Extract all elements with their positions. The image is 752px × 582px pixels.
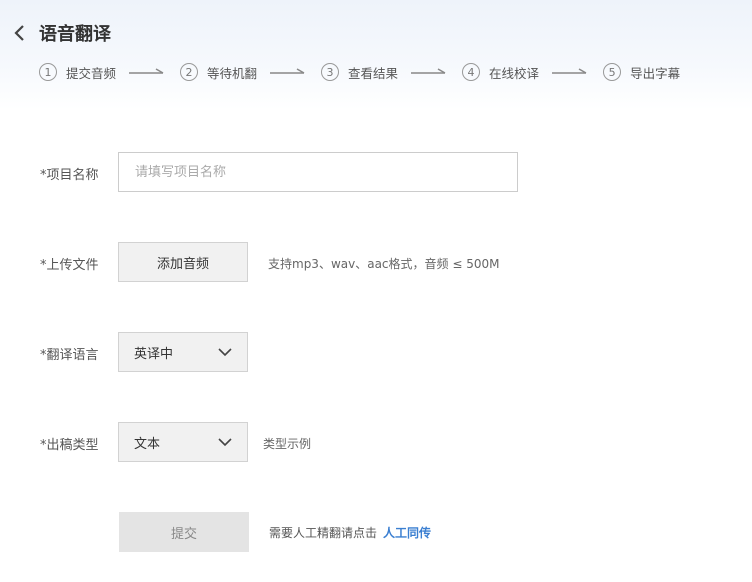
project-name-label: *项目名称 <box>40 168 99 183</box>
human-translation-note: 需要人工精翻请点击 人工同传 <box>269 524 431 541</box>
translate-language-label: *翻译语言 <box>40 348 99 363</box>
add-audio-button[interactable]: 添加音频 <box>118 242 248 282</box>
step-label: 在线校译 <box>489 65 540 81</box>
arrow-right-icon <box>129 68 164 74</box>
title-row: 语音翻译 <box>10 20 111 46</box>
upload-hint: 支持mp3、wav、aac格式，音频 ≤ 500M <box>268 257 500 271</box>
step-5: 5 导出字幕 <box>603 63 680 82</box>
step-number: 5 <box>603 63 622 81</box>
human-interpretation-link[interactable]: 人工同传 <box>383 526 431 540</box>
step-label: 导出字幕 <box>630 65 681 81</box>
output-type-selected-value: 文本 <box>134 436 161 452</box>
language-selected-value: 英译中 <box>134 346 174 362</box>
output-type-select[interactable]: 文本 <box>118 422 248 462</box>
step-1: 1 提交音频 <box>39 63 116 82</box>
type-example-link[interactable]: 类型示例 <box>263 435 311 452</box>
page-header <box>0 0 752 110</box>
page-title: 语音翻译 <box>39 24 111 45</box>
step-number: 3 <box>321 63 340 81</box>
step-label: 提交音频 <box>66 65 117 81</box>
step-4: 4 在线校译 <box>462 63 539 82</box>
project-name-input[interactable] <box>118 152 518 192</box>
step-label: 查看结果 <box>348 65 399 81</box>
chevron-left-icon[interactable] <box>10 20 28 46</box>
step-progress: 1 提交音频 2 等待机翻 3 查看结果 4 在线校译 5 导出字幕 <box>39 62 680 82</box>
submit-button[interactable]: 提交 <box>119 512 249 552</box>
chevron-down-icon <box>218 347 232 356</box>
arrow-right-icon <box>411 68 446 74</box>
arrow-right-icon <box>552 68 587 74</box>
step-2: 2 等待机翻 <box>180 63 257 82</box>
note-text: 需要人工精翻请点击 <box>269 526 378 540</box>
step-number: 4 <box>462 63 481 81</box>
step-label: 等待机翻 <box>207 65 258 81</box>
step-3: 3 查看结果 <box>321 63 398 82</box>
chevron-down-icon <box>218 437 232 446</box>
arrow-right-icon <box>270 68 305 74</box>
upload-file-label: *上传文件 <box>40 258 99 273</box>
output-type-label: *出稿类型 <box>40 438 99 453</box>
step-number: 1 <box>39 63 57 81</box>
language-select[interactable]: 英译中 <box>118 332 248 372</box>
step-number: 2 <box>180 63 199 81</box>
